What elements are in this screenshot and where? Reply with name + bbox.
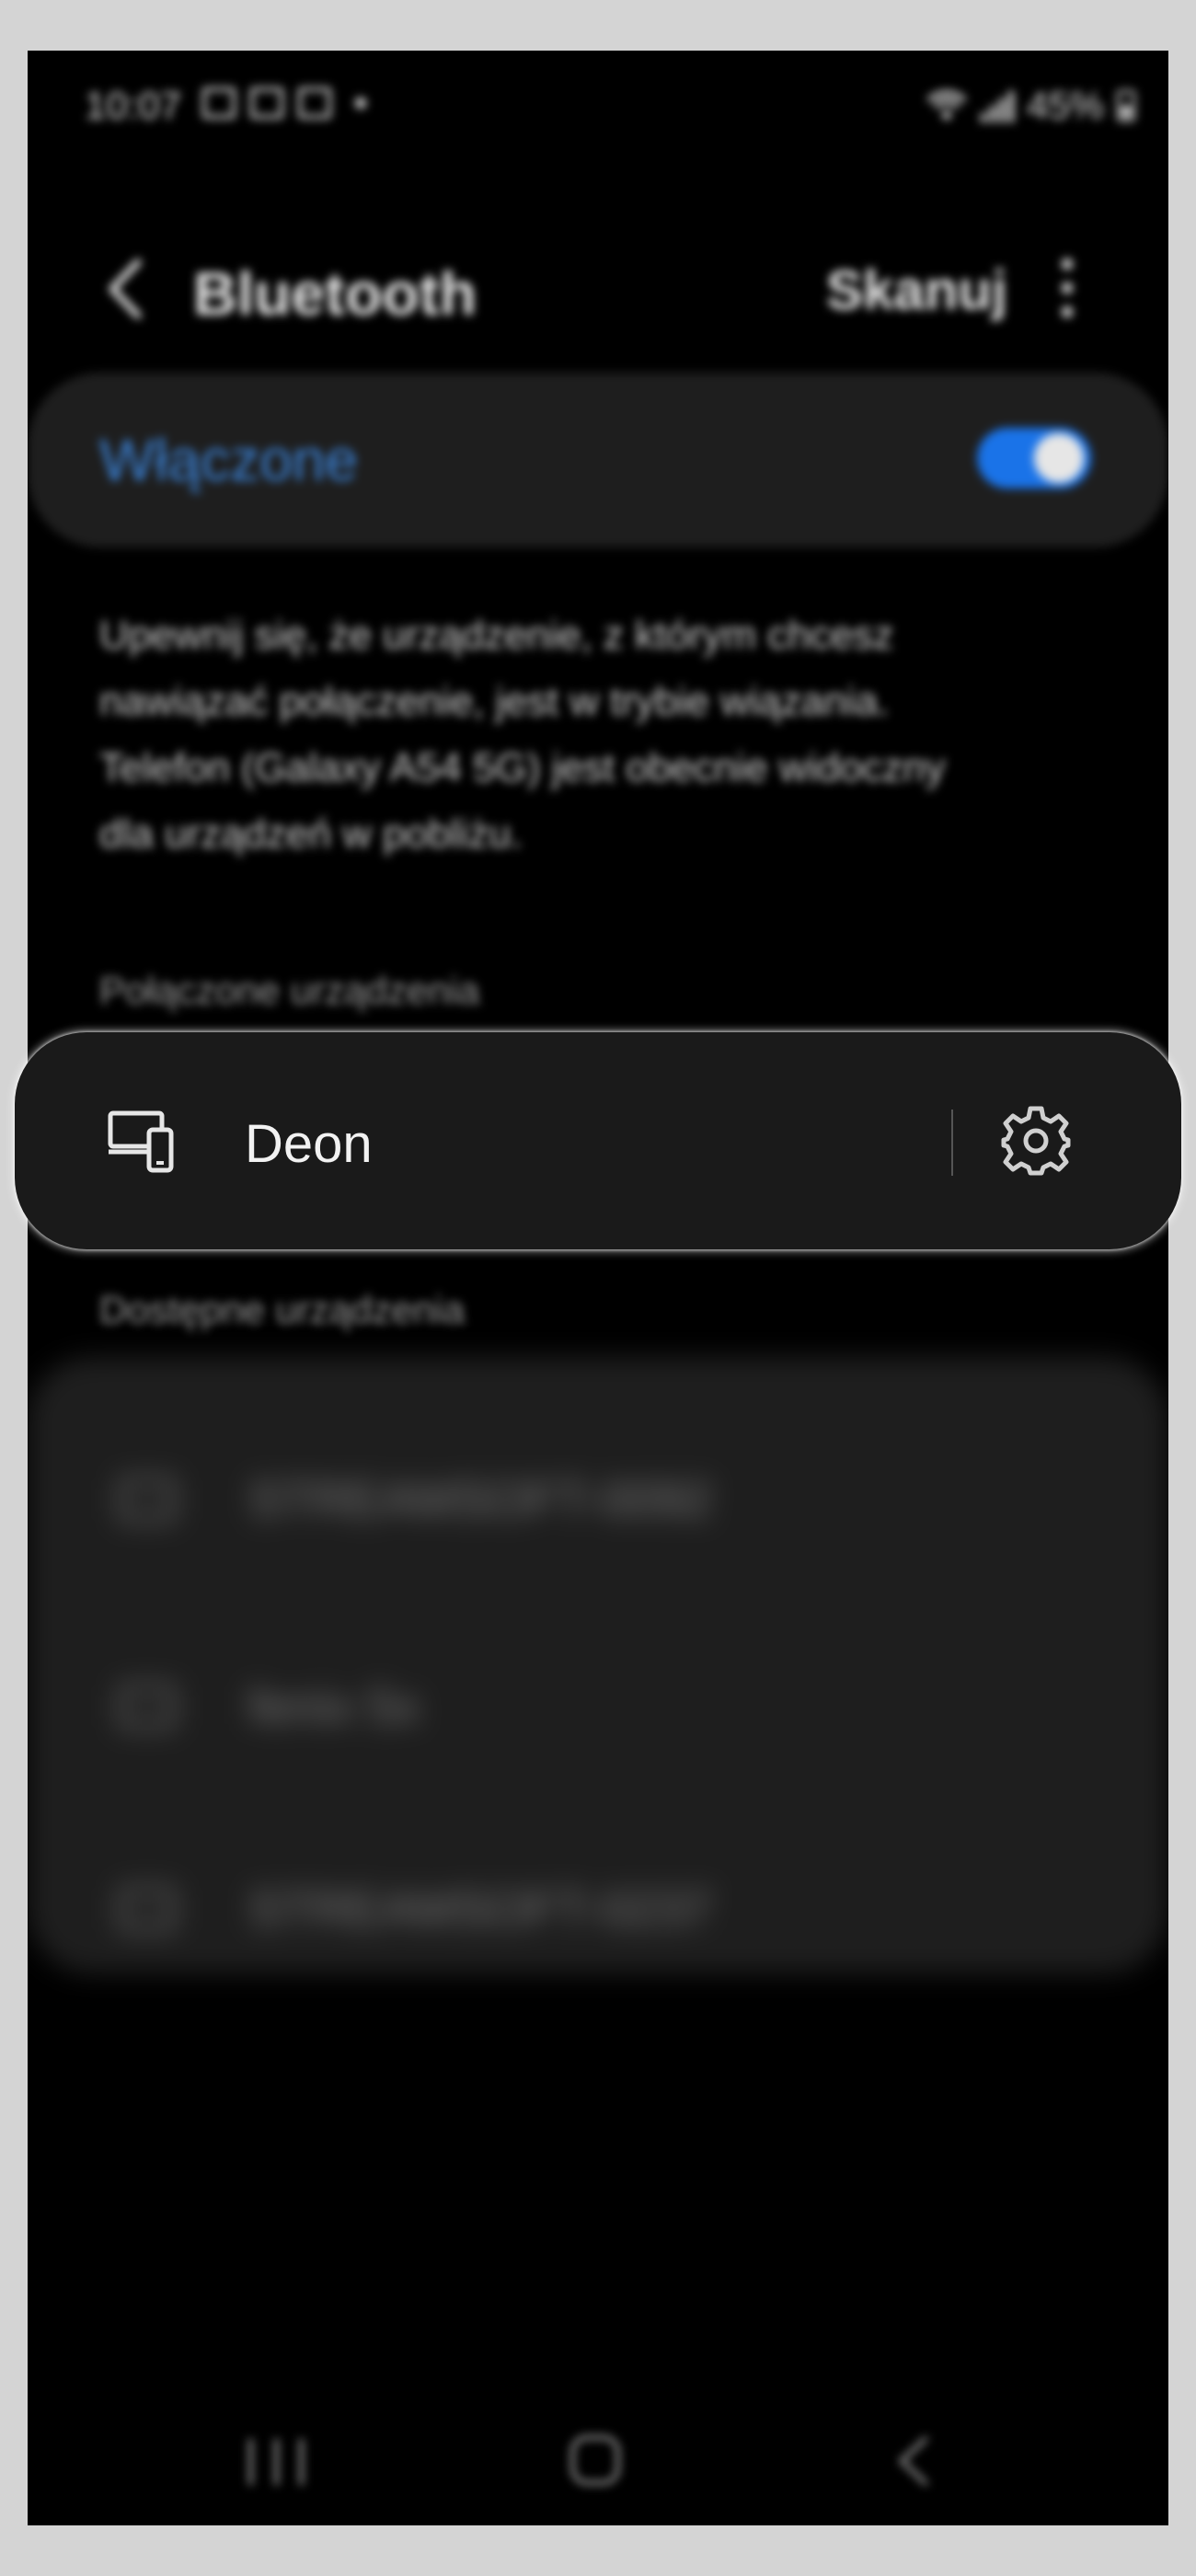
home-icon[interactable] [570,2435,620,2485]
gear-icon[interactable] [999,1104,1073,1178]
navigation-bar [28,2406,1168,2507]
phone-laptop-icon [108,1110,174,1173]
nav-back-icon[interactable] [892,2433,933,2489]
connected-device-row[interactable]: Deon [15,1032,1181,1249]
divider [951,1110,953,1176]
navigation-layer [28,51,1168,2525]
recent-apps-icon[interactable] [248,2439,304,2485]
phone-screen: 10:07 45% Bluetooth Skanuj Włączone Upew… [28,51,1168,2525]
connected-device-name: Deon [245,1114,373,1174]
